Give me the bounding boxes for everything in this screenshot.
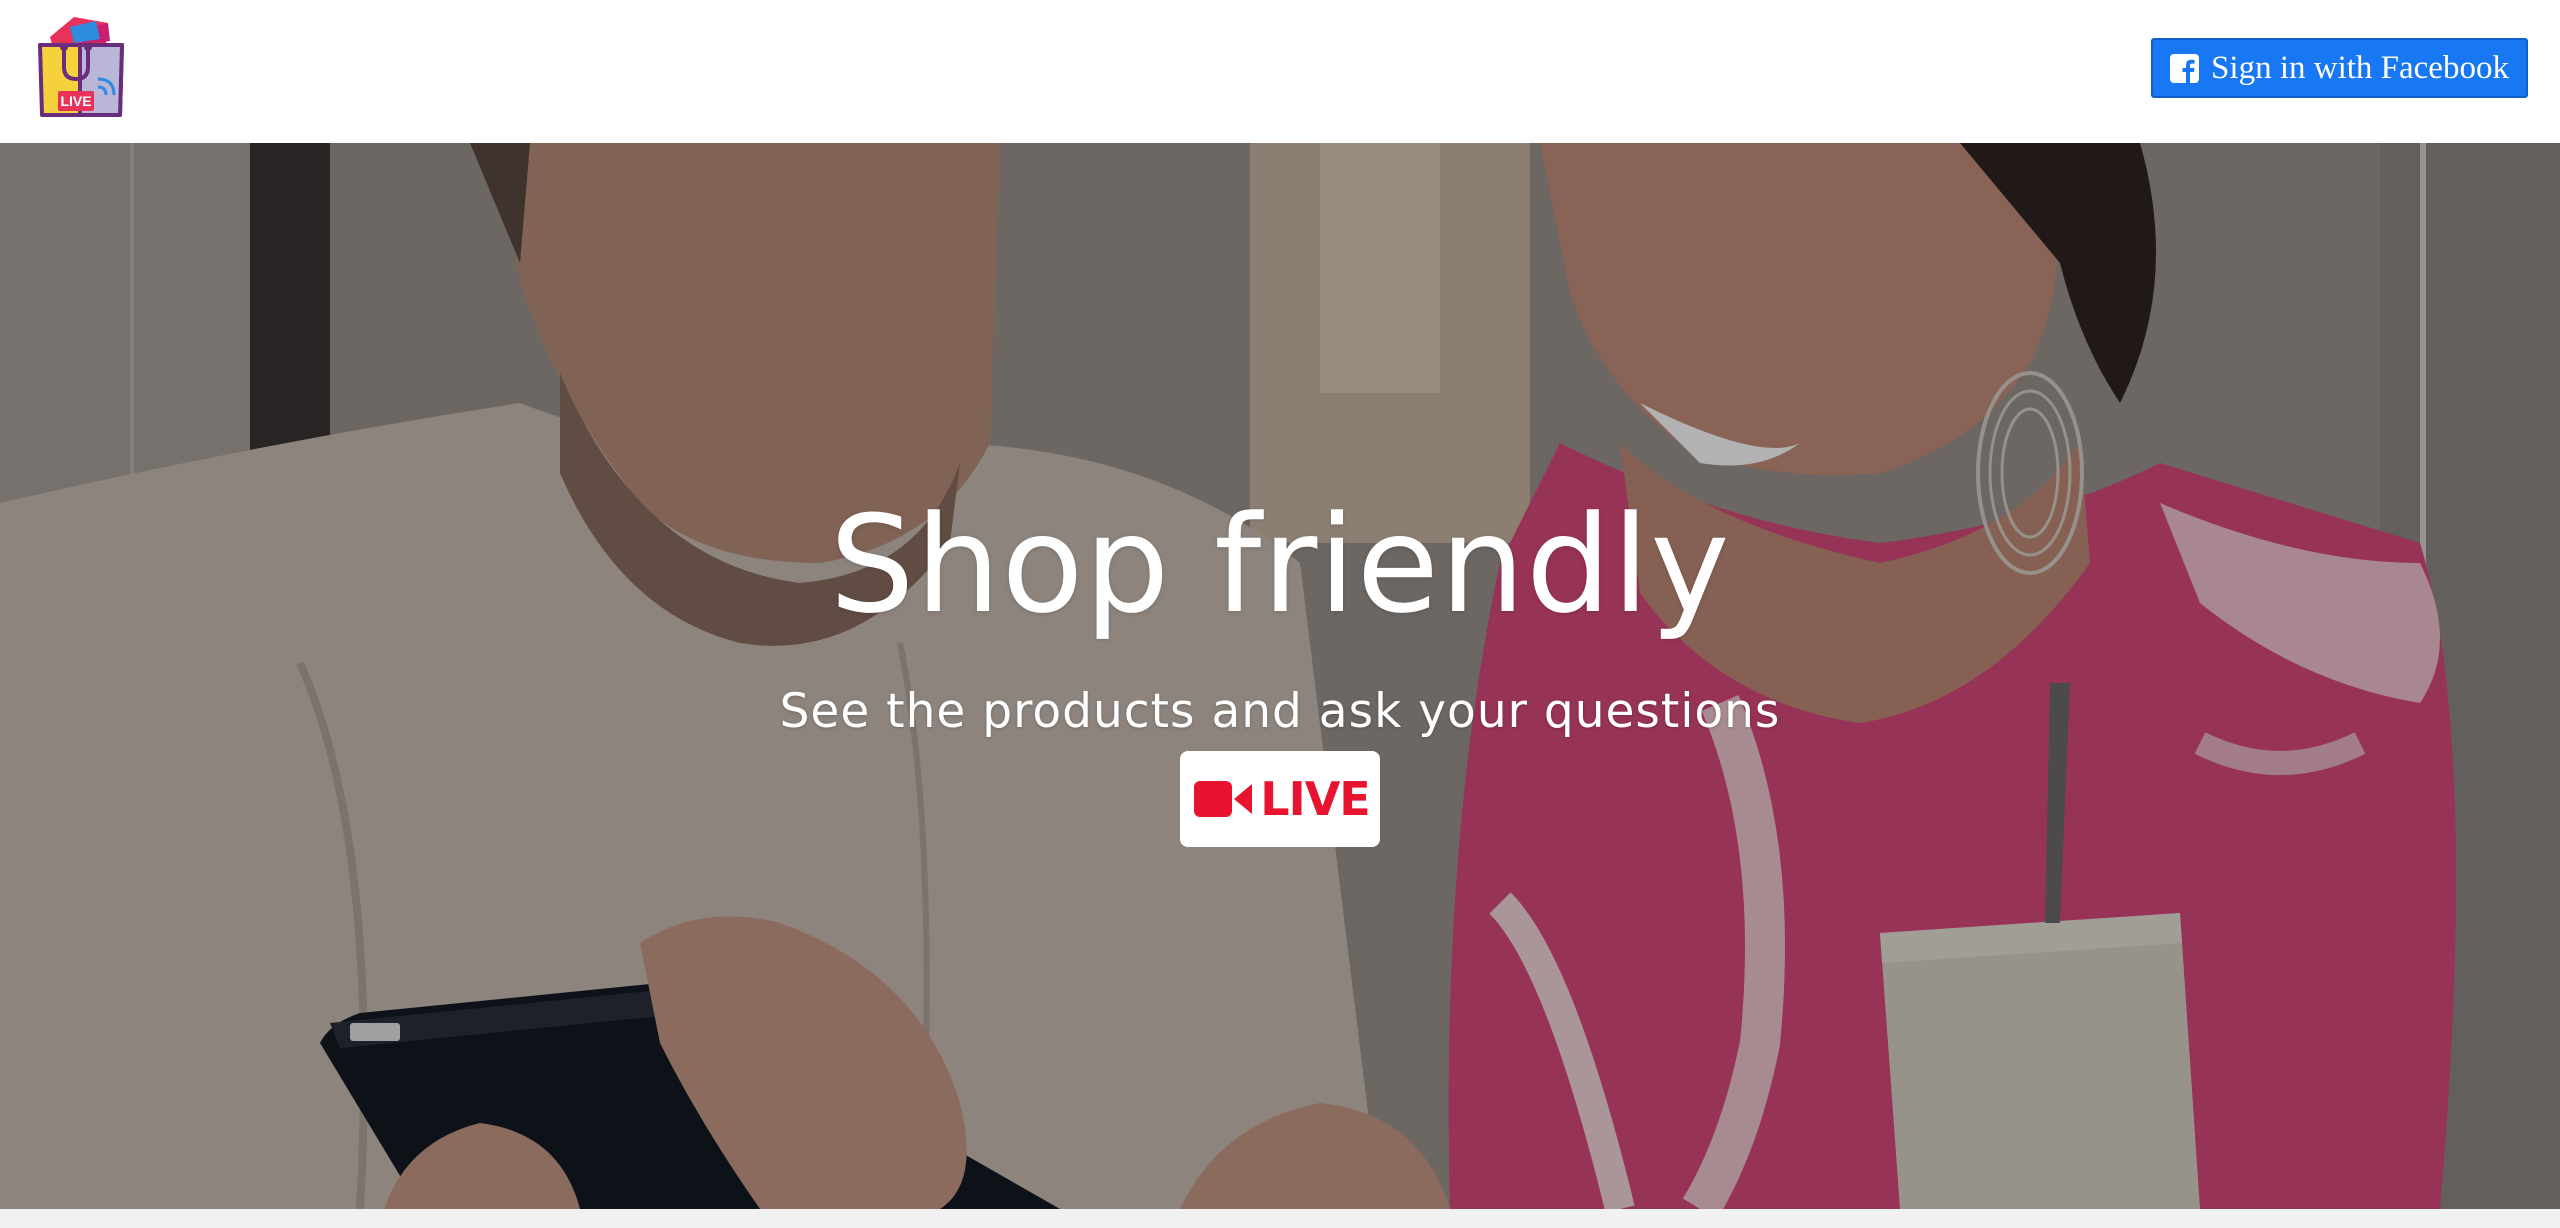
hero-title: Shop friendly [829,487,1731,643]
sign-in-with-facebook-button[interactable]: Sign in with Facebook [2151,38,2528,98]
go-live-button[interactable]: LIVE [1180,751,1380,847]
top-navbar: LIVE Sign in with Facebook [0,0,2560,143]
hero-overlay [0,143,2560,1209]
sign-in-with-facebook-label: Sign in with Facebook [2211,49,2509,86]
facebook-square-icon [2170,53,2200,83]
video-camera-icon [1194,781,1253,817]
hero-section: Shop friendly See the products and ask y… [0,143,2560,1209]
live-label: LIVE [1260,772,1370,826]
shopping-bag-live-logo-icon[interactable]: LIVE [36,15,128,121]
page-bottom-strip [0,1209,2560,1228]
hero-subtitle: See the products and ask your questions [779,684,1781,739]
logo-badge-text: LIVE [60,93,91,109]
